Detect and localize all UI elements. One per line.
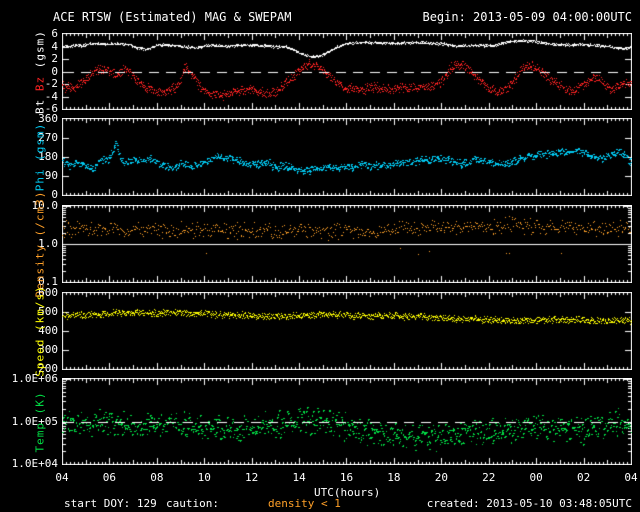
x-tick-label: 04 <box>624 472 637 484</box>
temp-ytick-label: 1.0E+05 <box>6 416 58 428</box>
temp-ytick-label: 1.0E+04 <box>6 458 58 470</box>
speed-ytick-label: 600 <box>6 287 58 299</box>
x-tick-label: 14 <box>292 472 305 484</box>
density-canvas <box>62 205 632 283</box>
x-tick-label: 12 <box>245 472 258 484</box>
plot-title: ACE RTSW (Estimated) MAG & SWEPAM <box>53 11 291 23</box>
x-tick-label: 00 <box>530 472 543 484</box>
mag-ytick-label: -2 <box>6 78 58 90</box>
panel-mag <box>62 33 632 110</box>
phi-ytick-label: 180 <box>6 151 58 163</box>
x-tick-label: 08 <box>150 472 163 484</box>
density-ytick-label: 10.0 <box>6 200 58 212</box>
caution-value: density < 1 <box>268 498 341 510</box>
mag-ytick-label: 6 <box>6 28 58 40</box>
panel-temp <box>62 378 632 465</box>
mag-ytick-label: 2 <box>6 53 58 65</box>
axis-title-segment: Bz <box>34 75 47 90</box>
x-tick-label: 10 <box>198 472 211 484</box>
phi-ytick-label: 90 <box>6 170 58 182</box>
axis-title-segment: (gsm) <box>34 30 47 76</box>
mag-canvas <box>62 33 632 110</box>
axis-title-density: Density (/cm3) <box>35 191 46 298</box>
speed-ytick-label: 400 <box>6 325 58 337</box>
start-doy-label: start DOY: 129 <box>64 498 157 510</box>
x-tick-label: 06 <box>103 472 116 484</box>
x-tick-label: 02 <box>577 472 590 484</box>
axis-title-segment: Speed (km/s) <box>34 285 47 376</box>
x-tick-label: 20 <box>435 472 448 484</box>
panel-speed <box>62 292 632 370</box>
phi-ytick-label: 360 <box>6 113 58 125</box>
panel-phi <box>62 118 632 196</box>
speed-ytick-label: 300 <box>6 344 58 356</box>
axis-title-segment: Bt <box>34 91 47 114</box>
phi-canvas <box>62 118 632 196</box>
axis-title-mag: Bt Bz (gsm) <box>35 30 46 114</box>
temp-ytick-label: 1.0E+06 <box>6 373 58 385</box>
caution-label: caution: <box>166 498 219 510</box>
mag-ytick-label: 4 <box>6 41 58 53</box>
axis-title-phi: Phi (gsm) <box>35 123 46 192</box>
axis-title-segment: Temp (K) <box>34 391 47 452</box>
panel-density <box>62 205 632 283</box>
x-tick-label: 18 <box>387 472 400 484</box>
x-tick-label: 16 <box>340 472 353 484</box>
axis-title-temp: Temp (K) <box>35 391 46 452</box>
ace-rtsw-swepam-plot: ACE RTSW (Estimated) MAG & SWEPAM Begin:… <box>0 0 640 512</box>
created-timestamp: created: 2013-05-10 03:48:05UTC <box>427 498 632 510</box>
axis-title-segment: Density (/cm3) <box>34 191 47 298</box>
phi-ytick-label: 270 <box>6 132 58 144</box>
axis-title-segment: Phi (gsm) <box>34 123 47 192</box>
speed-canvas <box>62 292 632 370</box>
temp-canvas <box>62 378 632 465</box>
begin-timestamp: Begin: 2013-05-09 04:00:00UTC <box>422 11 632 23</box>
density-ytick-label: 1.0 <box>6 238 58 250</box>
x-tick-label: 22 <box>482 472 495 484</box>
x-tick-label: 04 <box>55 472 68 484</box>
speed-ytick-label: 500 <box>6 306 58 318</box>
axis-title-speed: Speed (km/s) <box>35 285 46 376</box>
